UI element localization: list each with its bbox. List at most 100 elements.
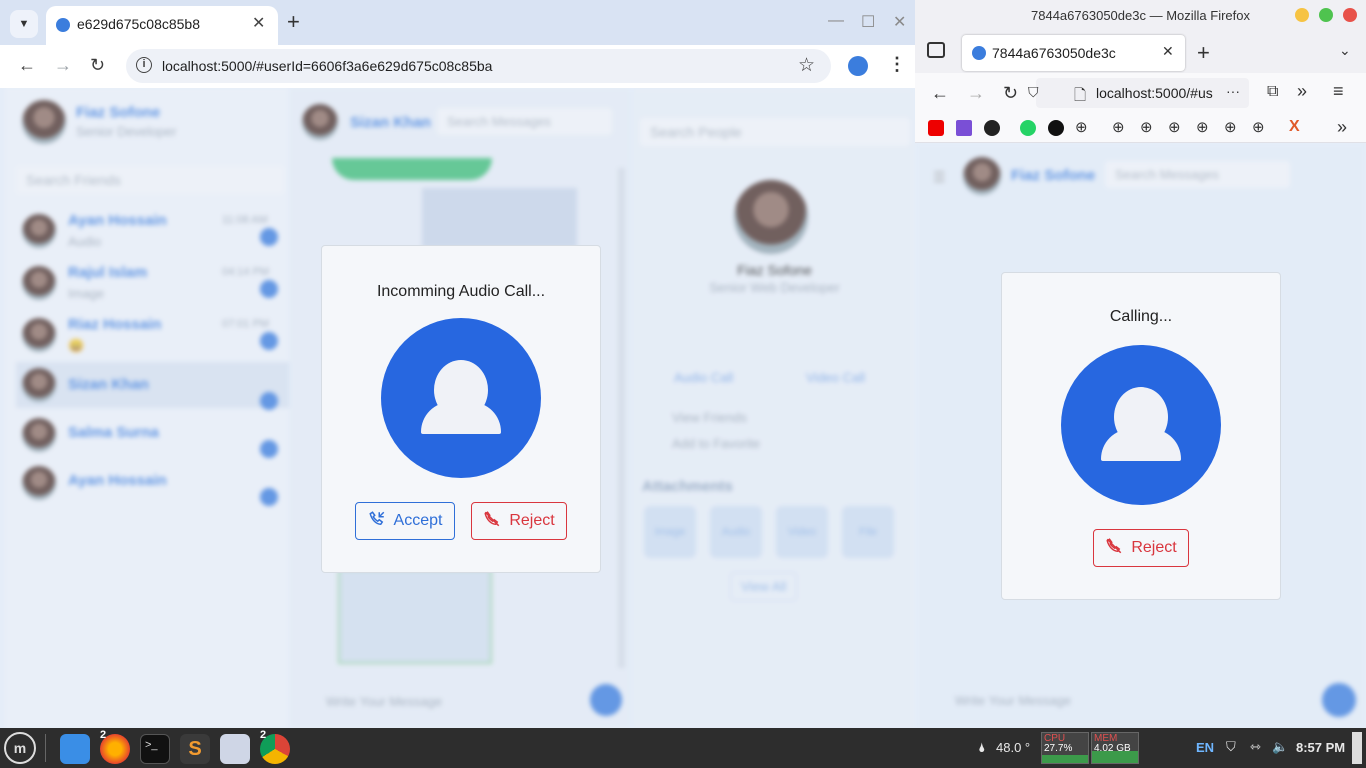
calling-title: Calling... <box>1109 308 1173 325</box>
new-tab-button[interactable]: + <box>287 9 300 35</box>
text-editor-app-icon[interactable] <box>220 734 250 764</box>
incoming-call-modal: Incomming Audio Call... Accept Reject <box>321 245 601 573</box>
reject-call-button[interactable]: Reject <box>1093 529 1189 567</box>
taskbar: m 2 >_ S 2 🌢 48.0 ° CPU 27.7% MEM 4.02 G… <box>0 728 1366 768</box>
list-tabs-icon[interactable]: ⌄ <box>1339 42 1351 59</box>
back-button[interactable]: ← <box>931 83 949 104</box>
tab-search-button[interactable]: ▼ <box>10 10 38 38</box>
accept-label: Accept <box>393 512 443 529</box>
address-bar[interactable]: i localhost:5000/#userId=6606f3a6e629d67… <box>126 49 831 83</box>
temperature-icon: 🌢 <box>978 740 986 755</box>
phone-incoming-icon <box>368 510 386 533</box>
overflow-menu-icon[interactable]: » <box>1297 81 1307 102</box>
globe-icon[interactable]: ⊕ <box>1075 118 1088 136</box>
temperature-readout: 48.0 ° <box>996 740 1031 755</box>
new-tab-button[interactable]: + <box>1197 40 1210 66</box>
reload-button[interactable]: ↻ <box>1003 83 1018 104</box>
reject-label: Reject <box>509 512 555 529</box>
cpu-graph <box>1042 755 1088 763</box>
chrome-tab-title: e629d675c08c85b8 <box>77 16 201 32</box>
back-button[interactable]: ← <box>18 55 36 76</box>
bookmark-icon[interactable] <box>1048 120 1064 136</box>
page-actions-icon[interactable]: ··· <box>1226 83 1240 99</box>
firefox-address-bar[interactable]: ⛉ 🗋 localhost:5000/#us ··· <box>1028 78 1249 108</box>
minimize-window-button[interactable]: — <box>828 12 844 30</box>
globe-icon[interactable]: ⊕ <box>1252 118 1265 136</box>
globe-icon[interactable]: ⊕ <box>1196 118 1209 136</box>
incoming-call-title: Incomming Audio Call... <box>376 283 546 300</box>
caller-avatar <box>381 318 541 478</box>
cpu-monitor[interactable]: CPU 27.7% <box>1041 732 1089 764</box>
shield-icon[interactable]: ⛉ <box>1226 739 1236 755</box>
bookmark-icon[interactable] <box>984 120 1000 136</box>
maximize-window-button[interactable]: ☐ <box>861 12 875 32</box>
whatsapp-bookmark-icon[interactable] <box>1020 120 1036 136</box>
cpu-value: 27.7% <box>1044 743 1073 754</box>
globe-icon[interactable]: ⊕ <box>1168 118 1181 136</box>
firefox-tabbar: 7844a6763050de3c ✕ + ⌄ <box>915 32 1366 73</box>
calling-modal: Calling... Reject <box>1001 272 1281 600</box>
mint-menu-icon[interactable]: m <box>4 732 36 764</box>
terminal-app-icon[interactable]: >_ <box>140 734 170 764</box>
chrome-window: ▼ e629d675c08c85b8 ✕ + — ☐ ✕ ← → ↻ i loc… <box>0 0 915 728</box>
close-tab-icon[interactable]: ✕ <box>252 13 265 33</box>
minimize-window-button[interactable] <box>1295 8 1309 22</box>
firefox-tab-active[interactable]: 7844a6763050de3c ✕ <box>962 35 1185 71</box>
firefox-navbar: ← → ↻ ⛉ 🗋 localhost:5000/#us ··· ⧉ » ≡ <box>915 73 1366 113</box>
accept-call-button[interactable]: Accept <box>355 502 455 540</box>
callee-avatar <box>1061 345 1221 505</box>
reject-label: Reject <box>1131 539 1177 556</box>
firefox-view-icon[interactable] <box>927 42 945 58</box>
firefox-window-count: 2 <box>100 729 107 741</box>
extension-icon[interactable] <box>848 56 868 76</box>
firefox-titlebar: 7844a6763050de3c — Mozilla Firefox <box>915 0 1366 32</box>
reload-button[interactable]: ↻ <box>90 55 105 76</box>
forward-button[interactable]: → <box>967 83 985 104</box>
firefox-page: ☰ Fiaz Sofone Search Messages Write Your… <box>915 143 1366 728</box>
page-icon: 🗋 <box>1074 87 1087 104</box>
tab-favicon-icon <box>972 46 986 60</box>
bookmarks-toolbar: ⊕ ⊕ ⊕ ⊕ ⊕ ⊕ ⊕ X » <box>915 113 1366 143</box>
chevron-down-icon: ▼ <box>18 18 30 30</box>
phone-off-icon <box>1105 537 1123 560</box>
close-window-button[interactable]: ✕ <box>893 12 906 32</box>
sublime-app-icon[interactable]: S <box>180 734 210 764</box>
reject-call-button[interactable]: Reject <box>471 502 567 540</box>
close-window-button[interactable] <box>1343 8 1357 22</box>
address-bar-url: localhost:5000/#userId=6606f3a6e629d675c… <box>162 58 493 74</box>
shield-icon[interactable]: ⛉ <box>1028 84 1039 101</box>
chrome-tabstrip: ▼ e629d675c08c85b8 ✕ + — ☐ ✕ <box>0 0 915 45</box>
close-tab-icon[interactable]: ✕ <box>1162 43 1174 60</box>
chrome-tab-active[interactable]: e629d675c08c85b8 ✕ <box>46 6 278 45</box>
x-bookmark-icon[interactable]: X <box>1289 118 1300 136</box>
more-bookmarks-icon[interactable]: » <box>1337 117 1347 138</box>
show-desktop-button[interactable] <box>1352 732 1362 764</box>
chrome-page: Fiaz Sofone Senior Developer Search Frie… <box>0 88 915 728</box>
globe-icon[interactable]: ⊕ <box>1112 118 1125 136</box>
clock[interactable]: 8:57 PM <box>1296 740 1345 755</box>
globe-icon[interactable]: ⊕ <box>1140 118 1153 136</box>
taskbar-separator <box>45 734 46 762</box>
chrome-window-count: 2 <box>260 729 267 741</box>
person-body-icon <box>421 402 501 434</box>
vite-bookmark-icon[interactable] <box>956 120 972 136</box>
maximize-window-button[interactable] <box>1319 8 1333 22</box>
volume-icon[interactable]: 🔈 <box>1272 739 1288 755</box>
person-body-icon <box>1101 429 1181 461</box>
extensions-icon[interactable]: ⧉ <box>1267 83 1278 101</box>
firefox-tab-title: 7844a6763050de3c <box>992 45 1116 61</box>
forward-button[interactable]: → <box>54 55 72 76</box>
chrome-menu-icon[interactable]: ⋮ <box>888 54 906 75</box>
bookmark-star-icon[interactable]: ☆ <box>798 54 815 77</box>
address-bar-url: localhost:5000/#us <box>1096 85 1213 101</box>
hamburger-menu-icon[interactable]: ≡ <box>1333 81 1344 102</box>
memory-monitor[interactable]: MEM 4.02 GB <box>1091 732 1139 764</box>
finder-app-icon[interactable] <box>60 734 90 764</box>
firefox-window: 7844a6763050de3c — Mozilla Firefox 7844a… <box>915 0 1366 728</box>
keyboard-layout[interactable]: EN <box>1196 740 1214 755</box>
site-info-icon[interactable]: i <box>136 57 152 73</box>
youtube-bookmark-icon[interactable] <box>928 120 944 136</box>
network-icon[interactable]: ⇿ <box>1250 739 1261 755</box>
tab-favicon-icon <box>56 18 70 32</box>
globe-icon[interactable]: ⊕ <box>1224 118 1237 136</box>
